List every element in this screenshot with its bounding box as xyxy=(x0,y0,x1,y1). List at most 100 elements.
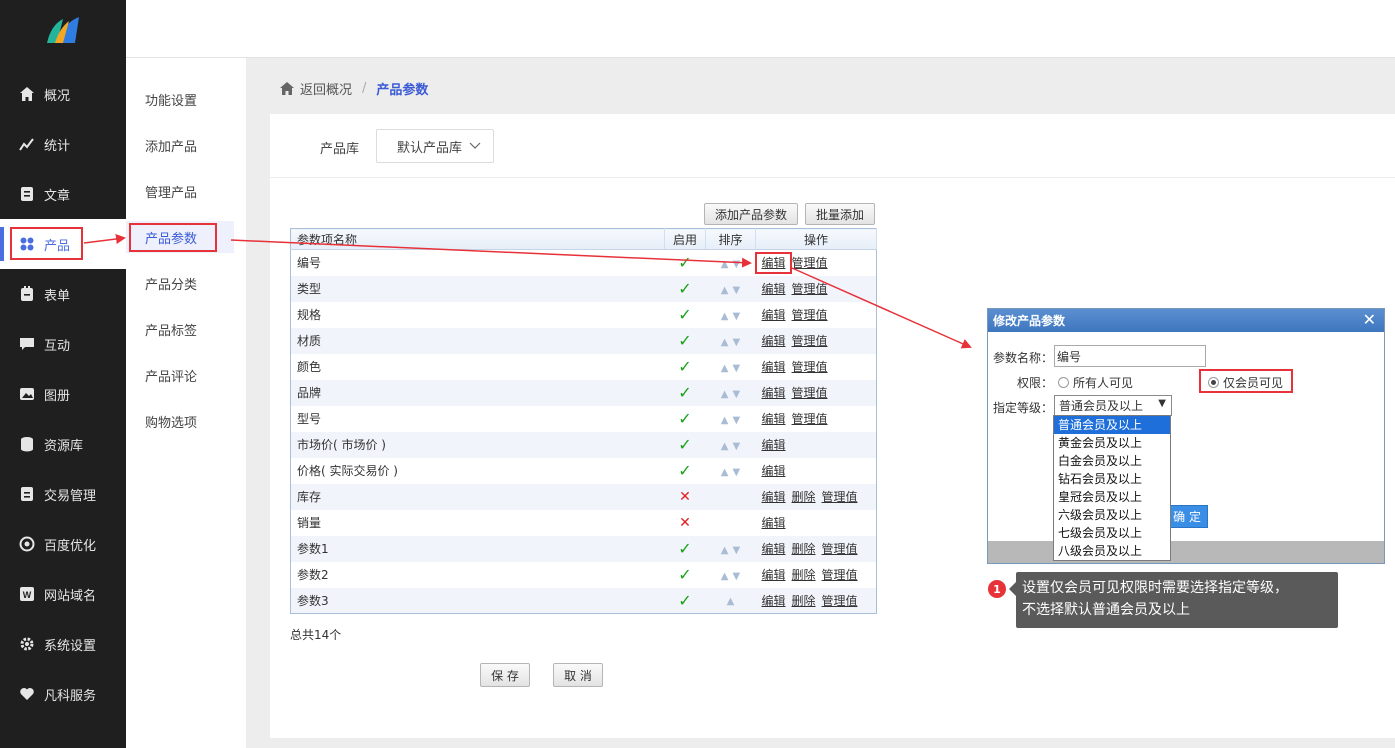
manage-values-link[interactable]: 管理值 xyxy=(792,386,828,400)
manage-values-link[interactable]: 管理值 xyxy=(792,360,828,374)
edit-link[interactable]: 编辑 xyxy=(762,360,786,374)
sort-down-icon[interactable]: ▼ xyxy=(733,311,741,322)
edit-link[interactable]: 编辑 xyxy=(762,490,786,504)
sort-down-icon[interactable]: ▼ xyxy=(733,415,741,426)
nav-item[interactable]: 统计 xyxy=(0,119,126,169)
sort-up-icon[interactable]: ▲ xyxy=(721,441,729,452)
edit-link[interactable]: 编辑 xyxy=(762,282,786,296)
level-option[interactable]: 白金会员及以上 xyxy=(1054,452,1170,470)
nav-item[interactable]: 图册 xyxy=(0,369,126,419)
nav-item[interactable]: 互动 xyxy=(0,319,126,369)
enabled-cell[interactable]: ✓ xyxy=(665,354,706,380)
edit-link[interactable]: 编辑 xyxy=(762,438,786,452)
subnav-item[interactable]: 产品标签 xyxy=(126,313,234,345)
edit-link[interactable]: 编辑 xyxy=(762,516,786,530)
subnav-item[interactable]: 管理产品 xyxy=(126,175,234,207)
sort-up-icon[interactable]: ▲ xyxy=(721,467,729,478)
edit-link[interactable]: 编辑 xyxy=(762,334,786,348)
delete-link[interactable]: 删除 xyxy=(792,568,816,582)
manage-values-link[interactable]: 管理值 xyxy=(792,256,828,270)
edit-link[interactable]: 编辑 xyxy=(762,412,786,426)
subnav-item[interactable]: 功能设置 xyxy=(126,83,234,115)
sort-up-icon[interactable]: ▲ xyxy=(721,415,729,426)
delete-link[interactable]: 删除 xyxy=(792,490,816,504)
nav-item[interactable]: 资源库 xyxy=(0,419,126,469)
manage-values-link[interactable]: 管理值 xyxy=(822,594,858,608)
sort-down-icon[interactable]: ▼ xyxy=(733,467,741,478)
edit-link[interactable]: 编辑 xyxy=(762,594,786,608)
delete-link[interactable]: 删除 xyxy=(792,542,816,556)
level-option[interactable]: 六级会员及以上 xyxy=(1054,506,1170,524)
level-option[interactable]: 钻石会员及以上 xyxy=(1054,470,1170,488)
batch-add-button[interactable]: 批量添加 xyxy=(805,203,875,225)
edit-link[interactable]: 编辑 xyxy=(762,386,786,400)
sort-up-icon[interactable]: ▲ xyxy=(721,285,729,296)
library-select[interactable]: 默认产品库 xyxy=(376,129,494,163)
sort-up-icon[interactable]: ▲ xyxy=(721,545,729,556)
enabled-cell[interactable]: ✓ xyxy=(664,535,706,562)
nav-item[interactable]: 文章 xyxy=(0,169,126,219)
sort-up-icon[interactable]: ▲ xyxy=(727,596,735,607)
sort-down-icon[interactable]: ▼ xyxy=(733,441,741,452)
edit-link[interactable]: 编辑 xyxy=(762,568,786,582)
perm-all-radio[interactable]: 所有人可见 xyxy=(1058,374,1133,391)
enabled-cell[interactable]: ✓ xyxy=(665,562,706,588)
enabled-cell[interactable]: ✓ xyxy=(664,587,706,614)
enabled-cell[interactable]: ✕ xyxy=(665,510,706,536)
level-option[interactable]: 黄金会员及以上 xyxy=(1054,434,1170,452)
param-name-input[interactable]: 编号 xyxy=(1054,345,1206,367)
manage-values-link[interactable]: 管理值 xyxy=(792,334,828,348)
edit-link[interactable]: 编辑 xyxy=(762,464,786,478)
sort-down-icon[interactable]: ▼ xyxy=(733,363,741,374)
sort-up-icon[interactable]: ▲ xyxy=(721,337,729,348)
enabled-cell[interactable]: ✓ xyxy=(664,379,706,406)
enabled-cell[interactable]: ✓ xyxy=(664,431,706,458)
logo[interactable] xyxy=(0,0,126,60)
manage-values-link[interactable]: 管理值 xyxy=(822,542,858,556)
sort-down-icon[interactable]: ▼ xyxy=(733,337,741,348)
enabled-cell[interactable]: ✓ xyxy=(664,327,706,354)
sort-down-icon[interactable]: ▼ xyxy=(733,259,741,270)
level-option[interactable]: 七级会员及以上 xyxy=(1054,524,1170,542)
enabled-cell[interactable]: ✓ xyxy=(664,275,706,302)
breadcrumb-back[interactable]: 返回概况 xyxy=(300,79,352,98)
save-button[interactable]: 保 存 xyxy=(480,663,530,687)
sort-up-icon[interactable]: ▲ xyxy=(721,311,729,322)
level-select[interactable]: 普通会员及以上 ▼ xyxy=(1054,395,1172,416)
enabled-cell[interactable]: ✓ xyxy=(665,406,706,432)
level-option[interactable]: 普通会员及以上 xyxy=(1054,416,1170,434)
sort-down-icon[interactable]: ▼ xyxy=(733,545,741,556)
level-option[interactable]: 皇冠会员及以上 xyxy=(1054,488,1170,506)
sort-up-icon[interactable]: ▲ xyxy=(721,571,729,582)
sort-down-icon[interactable]: ▼ xyxy=(733,389,741,400)
nav-item[interactable]: 百度优化 xyxy=(0,519,126,569)
subnav-item[interactable]: 购物选项 xyxy=(126,405,234,437)
enabled-cell[interactable]: ✓ xyxy=(665,458,706,484)
enabled-cell[interactable]: ✓ xyxy=(665,302,706,328)
edit-link[interactable]: 编辑 xyxy=(762,308,786,322)
manage-values-link[interactable]: 管理值 xyxy=(822,490,858,504)
subnav-item[interactable]: 产品分类 xyxy=(126,267,234,299)
nav-item[interactable]: 凡科服务 xyxy=(0,669,126,719)
cancel-button[interactable]: 取 消 xyxy=(553,663,603,687)
nav-item[interactable]: 交易管理 xyxy=(0,469,126,519)
sort-down-icon[interactable]: ▼ xyxy=(733,571,741,582)
sort-up-icon[interactable]: ▲ xyxy=(721,259,729,270)
level-option[interactable]: 八级会员及以上 xyxy=(1054,542,1170,560)
enabled-cell[interactable]: ✕ xyxy=(664,483,706,510)
add-param-button[interactable]: 添加产品参数 xyxy=(704,203,798,225)
sort-up-icon[interactable]: ▲ xyxy=(721,389,729,400)
manage-values-link[interactable]: 管理值 xyxy=(792,308,828,322)
nav-item[interactable]: W 网站域名 xyxy=(0,569,126,619)
subnav-item[interactable]: 产品评论 xyxy=(126,359,234,391)
manage-values-link[interactable]: 管理值 xyxy=(792,282,828,296)
nav-item[interactable]: 系统设置 xyxy=(0,619,126,669)
enabled-cell[interactable]: ✓ xyxy=(665,250,706,276)
close-icon[interactable]: ✕ xyxy=(1363,310,1376,329)
nav-item[interactable]: 表单 xyxy=(0,269,126,319)
manage-values-link[interactable]: 管理值 xyxy=(792,412,828,426)
delete-link[interactable]: 删除 xyxy=(792,594,816,608)
edit-link[interactable]: 编辑 xyxy=(762,542,786,556)
sort-down-icon[interactable]: ▼ xyxy=(733,285,741,296)
manage-values-link[interactable]: 管理值 xyxy=(822,568,858,582)
